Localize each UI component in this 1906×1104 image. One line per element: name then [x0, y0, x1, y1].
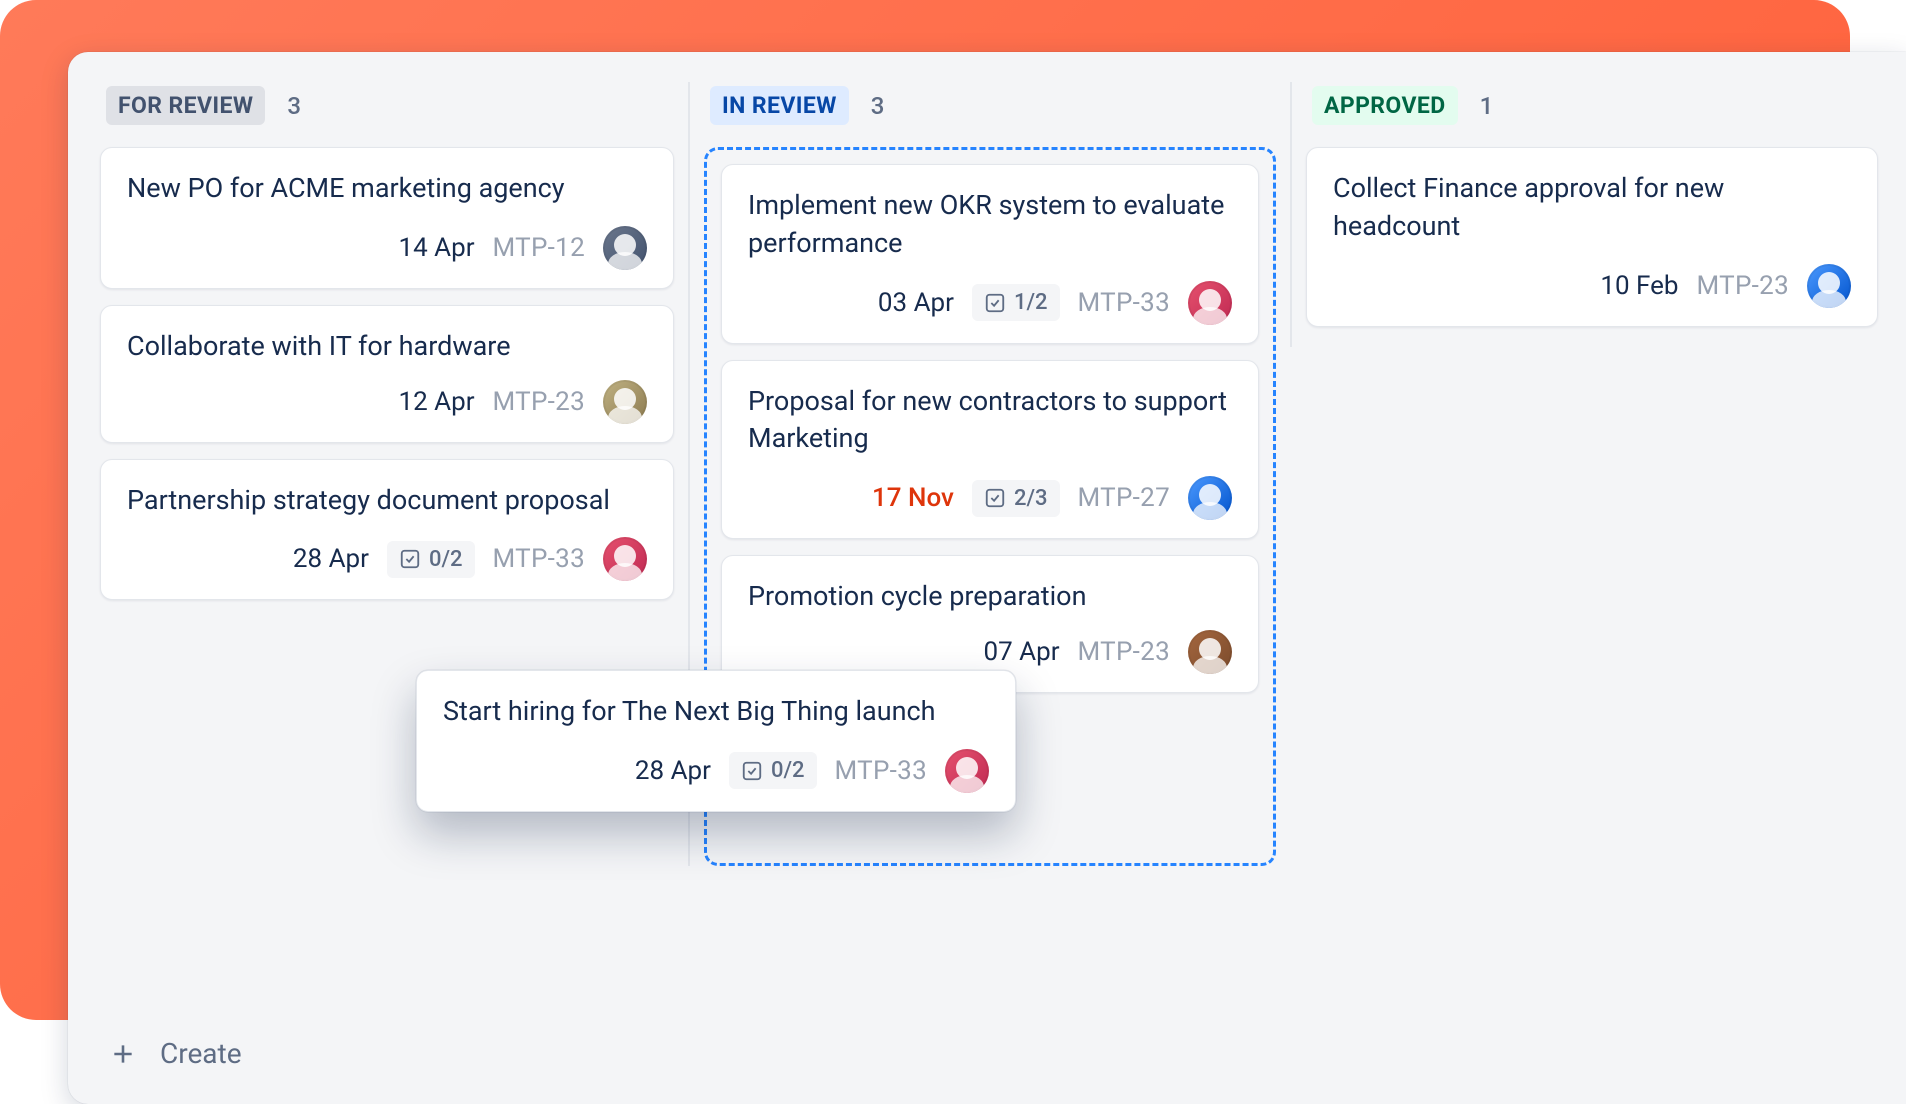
assignee-avatar[interactable]	[945, 749, 989, 793]
column-title: APPROVED	[1312, 86, 1458, 125]
kanban-card[interactable]: New PO for ACME marketing agency 14 Apr …	[100, 147, 674, 289]
kanban-card[interactable]: Proposal for new contractors to support …	[721, 360, 1259, 540]
checklist-count: 1/2	[1014, 290, 1048, 315]
kanban-card[interactable]: Partnership strategy document proposal 2…	[100, 459, 674, 601]
card-date: 14 Apr	[398, 233, 474, 263]
checklist-count: 0/2	[429, 547, 463, 572]
kanban-card[interactable]: Implement new OKR system to evaluate per…	[721, 164, 1259, 344]
column-title: FOR REVIEW	[106, 86, 265, 125]
assignee-avatar[interactable]	[1807, 264, 1851, 308]
column-approved: APPROVED 1 Collect Finance approval for …	[1290, 82, 1892, 347]
card-title: Proposal for new contractors to support …	[748, 383, 1232, 459]
column-for-review: FOR REVIEW 3 New PO for ACME marketing a…	[86, 82, 688, 620]
board-columns: FOR REVIEW 3 New PO for ACME marketing a…	[68, 52, 1906, 1019]
assignee-avatar[interactable]	[1188, 476, 1232, 520]
card-key: MTP-27	[1078, 483, 1170, 513]
column-count: 1	[1480, 92, 1494, 120]
checklist-count: 0/2	[771, 758, 805, 783]
board-footer: Create	[68, 1019, 1906, 1104]
card-key: MTP-23	[1078, 637, 1170, 667]
column-header: FOR REVIEW 3	[100, 82, 674, 147]
card-title: Start hiring for The Next Big Thing laun…	[443, 693, 989, 731]
card-date: 03 Apr	[878, 288, 954, 318]
card-meta: 17 Nov 2/3 MTP-27	[748, 476, 1232, 520]
checklist-badge: 0/2	[729, 752, 817, 789]
card-key: MTP-33	[1078, 288, 1170, 318]
checklist-count: 2/3	[1014, 486, 1048, 511]
card-key: MTP-23	[493, 387, 585, 417]
checklist-icon	[984, 487, 1006, 509]
card-meta: 07 Apr MTP-23	[748, 630, 1232, 674]
card-meta: 10 Feb MTP-23	[1333, 264, 1851, 308]
card-date: 10 Feb	[1600, 271, 1678, 301]
kanban-card[interactable]: Collaborate with IT for hardware 12 Apr …	[100, 305, 674, 443]
assignee-avatar[interactable]	[603, 537, 647, 581]
card-key: MTP-12	[493, 233, 585, 263]
card-meta: 28 Apr 0/2 MTP-33	[127, 537, 647, 581]
card-title: Collect Finance approval for new headcou…	[1333, 170, 1851, 246]
column-count: 3	[871, 92, 885, 120]
card-title: Implement new OKR system to evaluate per…	[748, 187, 1232, 263]
card-date-overdue: 17 Nov	[872, 483, 954, 513]
card-meta: 12 Apr MTP-23	[127, 380, 647, 424]
assignee-avatar[interactable]	[603, 226, 647, 270]
assignee-avatar[interactable]	[1188, 630, 1232, 674]
column-count: 3	[287, 92, 301, 120]
card-key: MTP-33	[493, 544, 585, 574]
card-list: New PO for ACME marketing agency 14 Apr …	[100, 147, 674, 620]
card-key: MTP-33	[835, 756, 927, 786]
kanban-card-dragging[interactable]: Start hiring for The Next Big Thing laun…	[416, 670, 1016, 812]
checklist-badge: 2/3	[972, 480, 1060, 517]
card-date: 07 Apr	[983, 637, 1059, 667]
card-title: New PO for ACME marketing agency	[127, 170, 647, 208]
plus-icon[interactable]	[108, 1039, 138, 1069]
card-list: Collect Finance approval for new headcou…	[1306, 147, 1878, 347]
column-title: IN REVIEW	[710, 86, 849, 125]
kanban-board: FOR REVIEW 3 New PO for ACME marketing a…	[68, 52, 1906, 1104]
column-header: IN REVIEW 3	[704, 82, 1276, 147]
card-key: MTP-23	[1697, 271, 1789, 301]
card-meta: 14 Apr MTP-12	[127, 226, 647, 270]
create-button[interactable]: Create	[160, 1037, 242, 1070]
checklist-icon	[399, 548, 421, 570]
checklist-badge: 0/2	[387, 541, 475, 578]
card-date: 12 Apr	[398, 387, 474, 417]
card-title: Promotion cycle preparation	[748, 578, 1232, 616]
card-title: Partnership strategy document proposal	[127, 482, 647, 520]
checklist-icon	[984, 292, 1006, 314]
column-header: APPROVED 1	[1306, 82, 1878, 147]
assignee-avatar[interactable]	[1188, 281, 1232, 325]
kanban-card[interactable]: Collect Finance approval for new headcou…	[1306, 147, 1878, 327]
card-date: 28 Apr	[635, 756, 711, 786]
card-meta: 28 Apr 0/2 MTP-33	[443, 749, 989, 793]
checklist-icon	[741, 760, 763, 782]
card-date: 28 Apr	[293, 544, 369, 574]
assignee-avatar[interactable]	[603, 380, 647, 424]
checklist-badge: 1/2	[972, 284, 1060, 321]
card-title: Collaborate with IT for hardware	[127, 328, 647, 366]
card-meta: 03 Apr 1/2 MTP-33	[748, 281, 1232, 325]
